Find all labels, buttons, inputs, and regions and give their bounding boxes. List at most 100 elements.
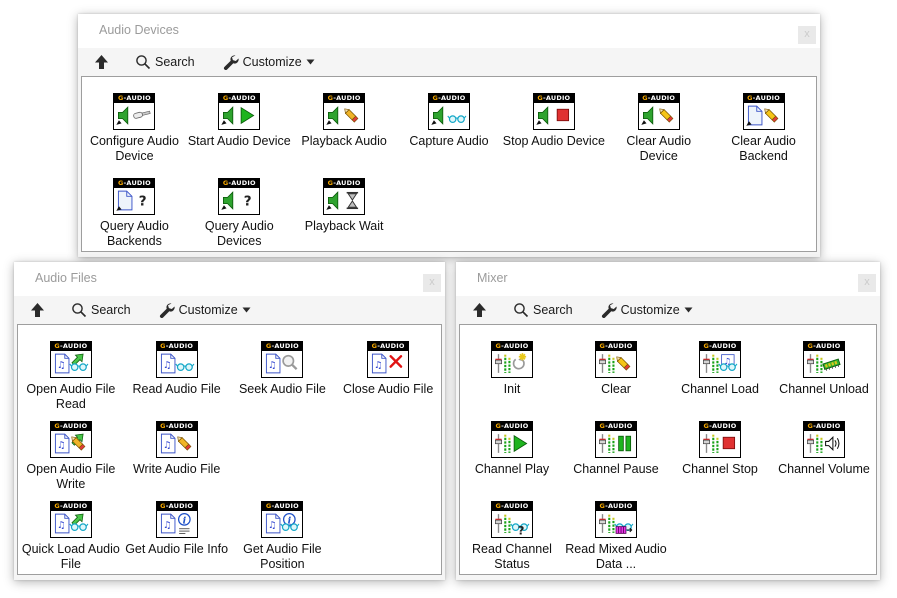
palette-item-channel-stop[interactable]: G-AUDIOChannel Stop: [668, 421, 772, 477]
palette-item-clear-audio-device[interactable]: G-AUDIOClear Audio Device: [606, 93, 711, 164]
g-audio-icon-header: G-AUDIO: [744, 94, 784, 103]
palette-item-query-audio-devices[interactable]: G-AUDIO?Query Audio Devices: [187, 178, 292, 249]
palette-item-label: Start Audio Device: [188, 134, 291, 149]
palette-item-get-audio-file-info[interactable]: G-AUDIO♫iGet Audio File Info: [124, 501, 230, 557]
search-button[interactable]: Search: [71, 302, 131, 318]
g-audio-icon: G-AUDIO♫i: [156, 501, 198, 538]
g-audio-icon: G-AUDIO♫: [699, 341, 741, 378]
g-audio-icon-header: G-AUDIO: [700, 342, 740, 351]
palette-item-clear-audio-backend[interactable]: G-AUDIOClear Audio Backend: [711, 93, 816, 164]
palette-item-open-audio-file-write[interactable]: G-AUDIO♫Open Audio File Write: [18, 421, 124, 492]
svg-text:♫: ♫: [57, 360, 65, 371]
palette-item-label: Channel Load: [681, 382, 759, 397]
g-audio-icon-header: G-AUDIO: [492, 502, 532, 511]
titlebar[interactable]: Audio Files x: [14, 262, 445, 296]
palette-item-open-audio-file-read[interactable]: G-AUDIO♫Open Audio File Read: [18, 341, 124, 412]
palette-row: G-AUDIOChannel PlayG-AUDIOChannel PauseG…: [460, 421, 876, 501]
g-audio-icon-header: G-AUDIO: [596, 422, 636, 431]
up-arrow-button[interactable]: [94, 54, 109, 70]
palette-item-configure-audio-device[interactable]: G-AUDIOConfigure Audio Device: [82, 93, 187, 164]
svg-text:♫: ♫: [268, 360, 276, 371]
music-file-icon+green-arrow-icon+glasses-icon: ♫: [51, 351, 91, 377]
up-arrow-icon: [94, 54, 109, 70]
palette-item-clear[interactable]: G-AUDIOClear: [564, 341, 668, 397]
palette-item-label: Write Audio File: [133, 462, 220, 477]
search-button[interactable]: Search: [135, 54, 195, 70]
close-button[interactable]: x: [798, 26, 816, 44]
palette-item-get-audio-file-position[interactable]: G-AUDIO♫iGet Audio File Position: [230, 501, 336, 572]
palette-window-mixer: Mixer x Search Customize G-AUDIOInitG-AU…: [456, 262, 880, 580]
close-button[interactable]: x: [423, 274, 441, 292]
palette-item-read-audio-file[interactable]: G-AUDIO♫ Read Audio File: [124, 341, 230, 397]
palette-item-channel-pause[interactable]: G-AUDIOChannel Pause: [564, 421, 668, 477]
palette-item-label: Channel Unload: [779, 382, 869, 397]
palette-row: G-AUDIO?Query Audio BackendsG-AUDIO?Quer…: [82, 178, 816, 252]
palette-item-label: Quick Load Audio File: [19, 542, 123, 572]
mixer-icon+volume-icon: [804, 431, 844, 457]
g-audio-icon: G-AUDIO: [113, 93, 155, 130]
palette-item-start-audio-device[interactable]: G-AUDIOStart Audio Device: [187, 93, 292, 149]
palette-item-init[interactable]: G-AUDIOInit: [460, 341, 564, 397]
g-audio-icon: G-AUDIO: [803, 421, 845, 458]
g-audio-icon: G-AUDIO: [595, 421, 637, 458]
toolbar: Search Customize: [78, 48, 820, 76]
palette-item-quick-load-audio-file[interactable]: G-AUDIO♫Quick Load Audio File: [18, 501, 124, 572]
palette-item-read-mixed-audio-data[interactable]: G-AUDIORead Mixed Audio Data ...: [564, 501, 668, 572]
palette-item-read-channel-status[interactable]: G-AUDIO?Read Channel Status: [460, 501, 564, 572]
document-icon+question-icon: ?: [114, 188, 154, 214]
toolbar: Search Customize: [14, 296, 445, 324]
customize-label: Customize: [243, 55, 302, 69]
palette-item-channel-play[interactable]: G-AUDIOChannel Play: [460, 421, 564, 477]
g-audio-icon: G-AUDIO: [491, 421, 533, 458]
palette-item-query-audio-backends[interactable]: G-AUDIO?Query Audio Backends: [82, 178, 187, 249]
speaker-icon+play-icon: [219, 103, 259, 129]
titlebar[interactable]: Audio Devices x: [78, 14, 820, 48]
palette-item-seek-audio-file[interactable]: G-AUDIO♫Seek Audio File: [230, 341, 336, 397]
palette-content: G-AUDIO♫Open Audio File ReadG-AUDIO♫Read…: [17, 324, 442, 575]
palette-item-label: Query Audio Devices: [187, 219, 291, 249]
up-arrow-button[interactable]: [472, 302, 487, 318]
close-button[interactable]: x: [858, 274, 876, 292]
music-file-icon+green-arrow-icon+pencil-icon: ♫: [51, 431, 91, 457]
g-audio-icon: G-AUDIO♫: [156, 341, 198, 378]
palette-item-label: Channel Stop: [682, 462, 758, 477]
palette-item-channel-volume[interactable]: G-AUDIOChannel Volume: [772, 421, 876, 477]
palette-item-label: Read Channel Status: [460, 542, 564, 572]
search-button[interactable]: Search: [513, 302, 573, 318]
palette-item-close-audio-file[interactable]: G-AUDIO♫Close Audio File: [335, 341, 441, 397]
speaker-icon+screwdriver-icon: [114, 103, 154, 129]
svg-text:i: i: [182, 515, 186, 526]
customize-button[interactable]: Customize: [223, 54, 315, 70]
palette-item-write-audio-file[interactable]: G-AUDIO♫Write Audio File: [124, 421, 230, 477]
chevron-down-icon: [684, 307, 693, 313]
palette-item-stop-audio-device[interactable]: G-AUDIOStop Audio Device: [501, 93, 606, 149]
palette-item-channel-load[interactable]: G-AUDIO♫ Channel Load: [668, 341, 772, 397]
g-audio-icon-header: G-AUDIO: [157, 502, 197, 511]
palette-content: G-AUDIOConfigure Audio DeviceG-AUDIOStar…: [81, 76, 817, 252]
palette-row: G-AUDIO♫Open Audio File ReadG-AUDIO♫Read…: [18, 341, 441, 421]
palette-item-label: Read Audio File: [132, 382, 220, 397]
g-audio-icon-header: G-AUDIO: [368, 342, 408, 351]
titlebar[interactable]: Mixer x: [456, 262, 880, 296]
search-icon: [71, 302, 87, 318]
window-title: Audio Files: [35, 271, 97, 285]
g-audio-icon: G-AUDIO?: [113, 178, 155, 215]
palette-row: G-AUDIO?Read Channel StatusG-AUDIORead M…: [460, 501, 876, 575]
palette-item-channel-unload[interactable]: G-AUDIOChannel Unload: [772, 341, 876, 397]
mixer-icon+music-notes-icon+glasses-icon: ♫: [700, 351, 740, 377]
customize-label: Customize: [621, 303, 680, 317]
up-arrow-button[interactable]: [30, 302, 45, 318]
g-audio-icon: G-AUDIO♫i: [261, 501, 303, 538]
search-icon: [513, 302, 529, 318]
palette-item-playback-audio[interactable]: G-AUDIOPlayback Audio: [292, 93, 397, 149]
mixer-icon+glasses-icon+buffer-icon: [596, 511, 636, 537]
palette-item-playback-wait[interactable]: G-AUDIOPlayback Wait: [292, 178, 397, 234]
chevron-down-icon: [242, 307, 251, 313]
palette-item-capture-audio[interactable]: G-AUDIOCapture Audio: [397, 93, 502, 149]
palette-item-label: Clear Audio Device: [607, 134, 711, 164]
customize-button[interactable]: Customize: [159, 302, 251, 318]
customize-button[interactable]: Customize: [601, 302, 693, 318]
g-audio-icon-header: G-AUDIO: [596, 342, 636, 351]
mixer-icon+ram-icon: [804, 351, 844, 377]
svg-text:♫: ♫: [268, 520, 276, 531]
